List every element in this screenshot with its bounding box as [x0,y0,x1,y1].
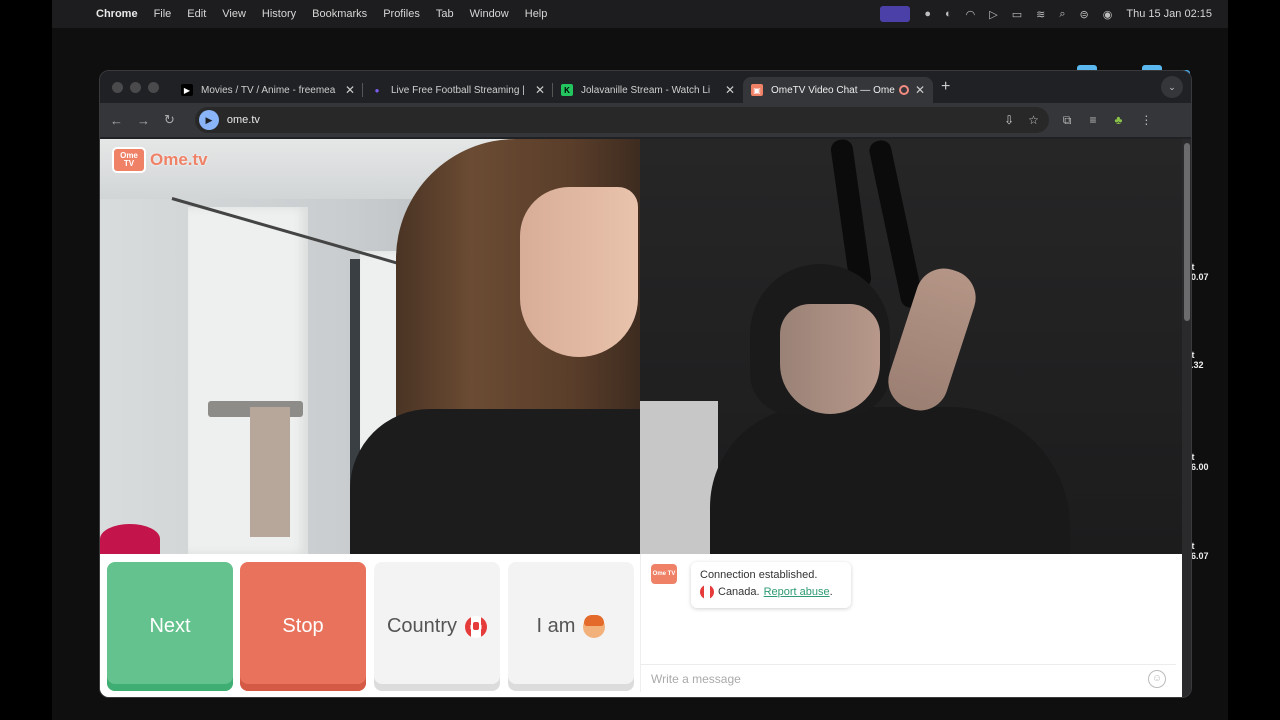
tab-title: OmeTV Video Chat — Ome [771,84,895,96]
stop-button[interactable]: Stop [240,562,366,691]
tab-ometv[interactable]: ▣ OmeTV Video Chat — Ome ✕ [743,77,933,103]
tab-jolavanille[interactable]: K Jolavanille Stream - Watch Li ✕ [553,77,743,103]
tab-search-button[interactable]: ⌄ [1161,76,1183,98]
side-stat: ot36.00 [1186,452,1209,472]
siri-icon[interactable]: ◉ [1103,8,1113,21]
minimize-window-button[interactable] [130,81,141,93]
screen-recording-indicator[interactable] [880,6,911,22]
side-stat: ot36.07 [1186,541,1209,561]
logo-text: Ome.tv [150,150,208,169]
extensions-area: ⧉ ≡ ♣ ⋮ [1063,113,1152,128]
emoji-icon[interactable]: ☺ [1148,669,1166,688]
play-icon[interactable]: ▷ [989,8,997,21]
close-icon[interactable]: ✕ [915,83,925,97]
close-icon[interactable]: ✕ [535,83,545,97]
battery-icon[interactable]: ▭ [1012,8,1022,21]
extension-icon[interactable]: ♣ [1115,113,1123,128]
control-center-icon[interactable]: ⊜ [1080,8,1089,21]
self-video [640,139,1182,554]
browser-window: ▶ Movies / TV / Anime - freemea ✕ ● Live… [99,70,1192,698]
chat-controls: Next Stop Country I am [100,554,640,697]
country-text: Canada. [718,586,760,598]
menu-dots-icon[interactable]: ⋮ [1140,113,1152,128]
menu-file[interactable]: File [154,8,172,20]
app-status-icon[interactable]: ◠ [966,8,976,21]
scrollbar-thumb[interactable] [1184,143,1190,321]
back-icon[interactable]: ← [110,113,123,128]
url-text[interactable]: ome.tv [227,114,260,126]
focus-icon[interactable]: ● [924,8,931,20]
bookmark-star-icon[interactable]: ☆ [1028,113,1039,127]
stranger-video: Ome TV Ome.tv [100,139,640,554]
ometv-tv-icon: Ome TV [112,147,146,173]
ometv-page: Ome TV Ome.tv Next Stop Country I am Ome… [100,139,1182,697]
menu-history[interactable]: History [262,8,296,20]
country-button[interactable]: Country [374,562,500,691]
canada-flag-icon [700,585,714,599]
stranger-face [520,187,638,357]
macos-menubar: Chrome File Edit View History Bookmarks … [52,0,1228,28]
close-icon[interactable]: ✕ [725,83,735,97]
menu-view[interactable]: View [222,8,246,20]
address-bar[interactable]: ▶ ome.tv ⇩ ☆ [194,107,1049,133]
canada-flag-icon [465,615,488,638]
gender-button[interactable]: I am [508,562,634,691]
menu-profiles[interactable]: Profiles [383,8,420,20]
ometv-tv-icon: Ome TV [651,564,677,584]
close-icon[interactable]: ✕ [345,83,355,97]
message-input[interactable] [651,671,1148,686]
status-text: Connection established. [700,569,818,581]
ometv-icon: ▣ [751,84,763,96]
site-icon: ● [374,85,380,95]
next-button[interactable]: Next [107,562,233,691]
system-message: Connection established. Canada. Report a… [691,562,851,608]
menubar-clock[interactable]: Thu 15 Jan 02:15 [1126,8,1212,20]
wifi-icon[interactable]: ≋ [1036,8,1045,21]
cat-tree [250,407,290,537]
tab-movies[interactable]: ▶ Movies / TV / Anime - freemea ✕ [173,77,363,103]
tab-football[interactable]: ● Live Free Football Streaming | ✕ [363,77,553,103]
page-scrollbar[interactable] [1182,139,1191,697]
tab-title: Movies / TV / Anime - freemea [201,84,336,96]
vpn-icon[interactable]: ◐ [945,8,952,20]
curtain [188,207,308,554]
ometv-logo[interactable]: Ome TV Ome.tv [112,147,208,173]
menubar-status-area: ● ◐ ◠ ▷ ▭ ≋ ⌕ ⊜ ◉ Thu 15 Jan 02:15 [880,6,1212,22]
message-bar: ☺ [641,664,1176,692]
window-controls [112,81,159,93]
side-stat: ot30.07 [1186,262,1209,282]
menu-bookmarks[interactable]: Bookmarks [312,8,367,20]
camera-icon[interactable]: ▶ [198,110,219,130]
menu-edit[interactable]: Edit [187,8,206,20]
play-icon: ▶ [181,84,193,96]
reload-icon[interactable]: ↻ [164,112,175,128]
zoom-window-button[interactable] [148,81,159,93]
menu-help[interactable]: Help [525,8,548,20]
kick-icon: K [561,84,573,96]
tab-bar: ▶ Movies / TV / Anime - freemea ✕ ● Live… [100,71,1191,103]
browser-toolbar: ← → ↻ ▶ ome.tv ⇩ ☆ ⧉ ≡ ♣ ⋮ [100,103,1191,137]
tab-title: Live Free Football Streaming | [391,84,525,96]
extensions-icon[interactable]: ⧉ [1063,113,1072,128]
forward-icon[interactable]: → [137,113,150,128]
media-icon[interactable]: ≡ [1089,113,1096,128]
self-face [780,304,880,414]
close-window-button[interactable] [112,81,123,93]
boy-avatar-icon [583,614,606,638]
side-stat: ot2.32 [1186,350,1204,370]
install-app-icon[interactable]: ⇩ [1004,113,1014,127]
menu-window[interactable]: Window [470,8,509,20]
menu-tab[interactable]: Tab [436,8,454,20]
report-abuse-link[interactable]: Report abuse [764,586,830,598]
chat-panel: Ome TV Connection established. Canada. R… [640,554,1176,692]
new-tab-button[interactable]: + [941,78,950,96]
search-icon[interactable]: ⌕ [1059,8,1065,21]
menu-app-name[interactable]: Chrome [96,8,138,20]
recording-icon [898,85,909,95]
tab-title: Jolavanille Stream - Watch Li [581,84,711,96]
